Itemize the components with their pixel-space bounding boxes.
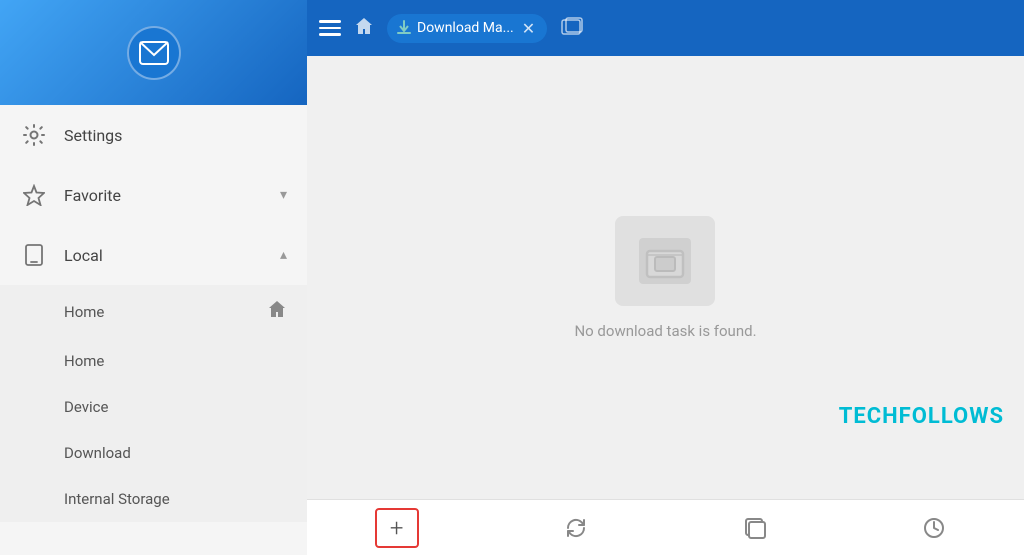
home1-label: Home bbox=[64, 303, 267, 321]
sidebar-subitem-internal-storage[interactable]: Internal Storage bbox=[0, 476, 307, 522]
home-icon bbox=[267, 299, 287, 324]
empty-folder-icon bbox=[639, 238, 691, 284]
menu-button[interactable] bbox=[319, 20, 341, 36]
download-label: Download bbox=[64, 444, 287, 462]
download-manager-tab[interactable]: Download Ma... ✕ bbox=[387, 14, 547, 43]
internal-storage-label: Internal Storage bbox=[64, 490, 287, 508]
topbar: Download Ma... ✕ bbox=[307, 0, 1024, 56]
chevron-down-icon: ▾ bbox=[280, 187, 287, 203]
clock-icon bbox=[922, 516, 946, 540]
avatar bbox=[127, 26, 181, 80]
empty-state: No download task is found. bbox=[574, 216, 756, 340]
local-label: Local bbox=[64, 246, 280, 265]
refresh-icon bbox=[564, 516, 588, 540]
add-button[interactable]: + bbox=[375, 508, 419, 548]
watermark: TECHFOLLOWS bbox=[839, 404, 1004, 429]
empty-icon-box bbox=[615, 216, 715, 306]
content-area: No download task is found. TECHFOLLOWS bbox=[307, 56, 1024, 499]
home2-label: Home bbox=[64, 352, 287, 370]
sidebar-item-favorite[interactable]: Favorite ▾ bbox=[0, 165, 307, 225]
home-button[interactable] bbox=[351, 13, 377, 44]
sidebar-item-settings[interactable]: Settings bbox=[0, 105, 307, 165]
plus-icon: + bbox=[390, 516, 404, 540]
sidebar-subitem-download[interactable]: Download bbox=[0, 430, 307, 476]
add-button-wrapper: + bbox=[367, 506, 427, 550]
empty-message: No download task is found. bbox=[574, 322, 756, 340]
layers-button[interactable] bbox=[725, 506, 785, 550]
tab-label: Download Ma... bbox=[417, 20, 514, 36]
phone-icon bbox=[20, 241, 48, 269]
sidebar-subitem-home1[interactable]: Home bbox=[0, 285, 307, 338]
sidebar: Settings Favorite ▾ Local ▴ bbox=[0, 0, 307, 555]
sidebar-header bbox=[0, 0, 307, 105]
refresh-button[interactable] bbox=[546, 506, 606, 550]
main-content: Download Ma... ✕ No download tas bbox=[307, 0, 1024, 555]
clock-button[interactable] bbox=[904, 506, 964, 550]
gear-icon bbox=[20, 121, 48, 149]
mail-icon bbox=[139, 41, 169, 65]
new-tab-button[interactable] bbox=[557, 12, 587, 45]
sidebar-subitem-device[interactable]: Device bbox=[0, 384, 307, 430]
sidebar-item-local[interactable]: Local ▴ bbox=[0, 225, 307, 285]
sidebar-subitem-home2[interactable]: Home bbox=[0, 338, 307, 384]
download-tab-icon bbox=[397, 19, 411, 38]
tab-close-button[interactable]: ✕ bbox=[522, 19, 535, 38]
settings-label: Settings bbox=[64, 126, 287, 145]
favorite-label: Favorite bbox=[64, 186, 280, 205]
layers-icon bbox=[743, 516, 767, 540]
sidebar-nav: Settings Favorite ▾ Local ▴ bbox=[0, 105, 307, 555]
chevron-up-icon: ▴ bbox=[280, 247, 287, 263]
bottom-toolbar: + bbox=[307, 499, 1024, 555]
device-label: Device bbox=[64, 398, 287, 416]
star-icon bbox=[20, 181, 48, 209]
